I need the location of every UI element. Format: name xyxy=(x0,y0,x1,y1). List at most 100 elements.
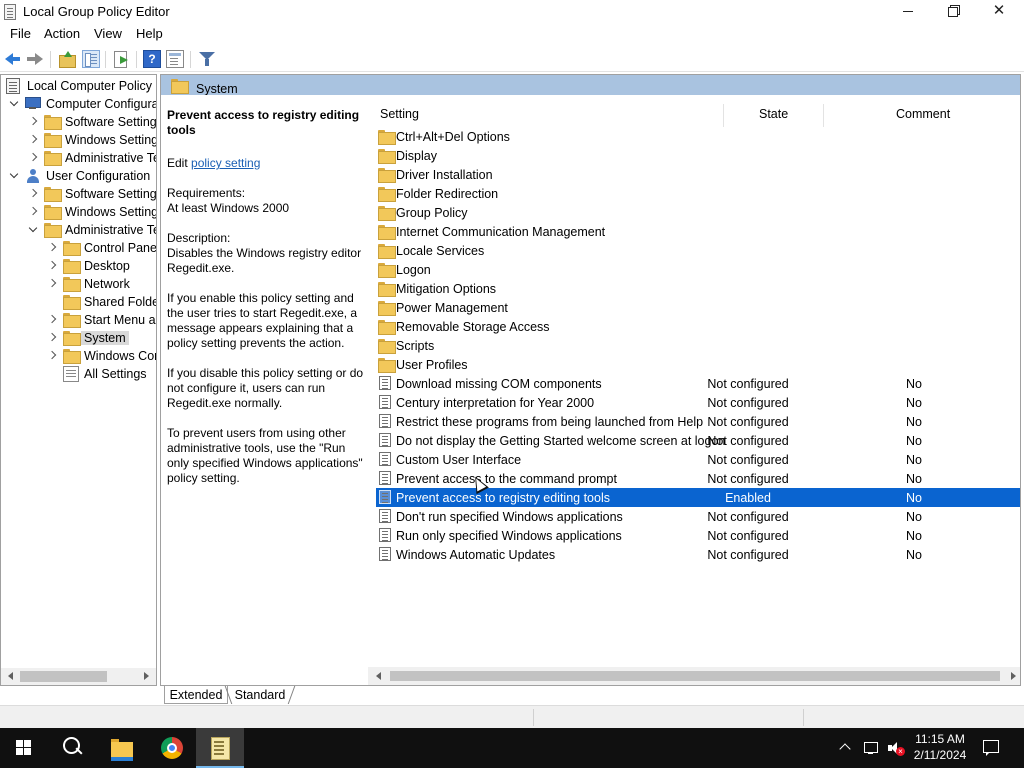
network-icon[interactable] xyxy=(863,740,879,756)
setting-state: Not configured xyxy=(707,377,789,391)
folder-icon xyxy=(378,282,396,297)
show-hidden-icons-chevron-icon[interactable] xyxy=(838,740,854,756)
column-header-setting[interactable]: Setting xyxy=(380,107,419,121)
folder-icon xyxy=(63,349,81,364)
list-item-folder[interactable]: User Profiles xyxy=(376,355,1020,374)
list-item-setting-selected[interactable]: Prevent access to registry editing tools… xyxy=(376,488,1020,507)
clock[interactable]: 11:15 AM 2/11/2024 xyxy=(908,731,972,763)
expand-chevron-icon[interactable] xyxy=(47,243,56,252)
menu-file[interactable]: File xyxy=(10,26,31,41)
user-icon xyxy=(25,169,41,183)
expand-chevron-icon[interactable] xyxy=(28,135,37,144)
search-icon[interactable] xyxy=(48,728,96,768)
list-item-setting[interactable]: Century interpretation for Year 2000 Not … xyxy=(376,393,1020,412)
properties-icon[interactable] xyxy=(166,50,184,68)
list-item-folder[interactable]: Ctrl+Alt+Del Options xyxy=(376,127,1020,146)
folder-icon xyxy=(378,320,396,335)
list-item-folder[interactable]: Mitigation Options xyxy=(376,279,1020,298)
status-separator xyxy=(803,709,804,726)
gpedit-icon xyxy=(4,4,16,20)
tab-extended[interactable]: Extended xyxy=(164,686,228,704)
list-item-folder[interactable]: Locale Services xyxy=(376,241,1020,260)
scroll-right-icon[interactable] xyxy=(1011,672,1016,680)
expand-chevron-icon[interactable] xyxy=(47,261,56,270)
expand-chevron-icon[interactable] xyxy=(28,225,37,234)
scroll-thumb[interactable] xyxy=(390,671,1000,681)
column-header-comment[interactable]: Comment xyxy=(896,107,950,121)
list-item-setting[interactable]: Run only specified Windows applications N… xyxy=(376,526,1020,545)
expand-chevron-icon[interactable] xyxy=(47,279,56,288)
expand-chevron-icon[interactable] xyxy=(47,315,56,324)
expand-chevron-icon[interactable] xyxy=(28,153,37,162)
clock-date: 2/11/2024 xyxy=(913,748,967,762)
close-button[interactable]: ✕ xyxy=(976,0,1022,22)
list-item-folder[interactable]: Removable Storage Access xyxy=(376,317,1020,336)
list-item-setting[interactable]: Don't run specified Windows applications… xyxy=(376,507,1020,526)
show-hide-tree-icon[interactable] xyxy=(82,50,100,68)
computer-icon xyxy=(25,97,41,110)
folder-icon xyxy=(63,313,81,328)
list-item-setting[interactable]: Restrict these programs from being launc… xyxy=(376,412,1020,431)
folder-icon xyxy=(378,130,396,145)
view-tabs: Extended Standard xyxy=(160,686,1021,704)
policy-setting-icon xyxy=(379,490,391,504)
scroll-thumb[interactable] xyxy=(20,671,107,682)
setting-comment: No xyxy=(906,491,922,505)
expand-chevron-icon[interactable] xyxy=(9,99,18,108)
folder-icon xyxy=(63,331,81,346)
back-arrow-icon[interactable] xyxy=(4,50,22,68)
list-item-folder[interactable]: Power Management xyxy=(376,298,1020,317)
folder-header: System xyxy=(161,75,1020,96)
help-icon[interactable]: ? xyxy=(143,50,161,68)
expand-chevron-icon[interactable] xyxy=(47,351,56,360)
list-item-setting[interactable]: Download missing COM components Not confi… xyxy=(376,374,1020,393)
folder-icon xyxy=(44,223,62,238)
menu-view[interactable]: View xyxy=(94,26,122,41)
tree-horizontal-scrollbar[interactable] xyxy=(1,668,156,685)
list-item-folder[interactable]: Display xyxy=(376,146,1020,165)
expand-chevron-icon[interactable] xyxy=(28,207,37,216)
tab-standard[interactable]: Standard xyxy=(230,686,290,704)
policy-setting-link[interactable]: policy setting xyxy=(191,156,260,170)
chrome-icon[interactable] xyxy=(148,728,196,768)
column-separator[interactable] xyxy=(723,104,724,127)
expand-chevron-icon[interactable] xyxy=(9,171,18,180)
scroll-right-icon[interactable] xyxy=(144,672,149,680)
scroll-left-icon[interactable] xyxy=(376,672,381,680)
edit-policy-line: Edit policy setting xyxy=(167,156,367,171)
list-item-folder[interactable]: Logon xyxy=(376,260,1020,279)
minimize-button[interactable] xyxy=(885,0,931,22)
list-horizontal-scrollbar[interactable] xyxy=(368,667,1020,685)
scroll-left-icon[interactable] xyxy=(8,672,13,680)
list-item-setting[interactable]: Custom User Interface Not configured No xyxy=(376,450,1020,469)
list-item-setting[interactable]: Do not display the Getting Started welco… xyxy=(376,431,1020,450)
all-settings-icon xyxy=(63,366,79,382)
menu-action[interactable]: Action xyxy=(44,26,80,41)
menu-help[interactable]: Help xyxy=(136,26,163,41)
list-item-folder[interactable]: Internet Communication Management xyxy=(376,222,1020,241)
up-folder-icon[interactable] xyxy=(58,50,76,68)
column-header-state[interactable]: State xyxy=(759,107,788,121)
setting-comment: No xyxy=(906,453,922,467)
column-separator[interactable] xyxy=(823,104,824,127)
export-list-icon[interactable] xyxy=(112,50,130,68)
expand-chevron-icon[interactable] xyxy=(47,333,56,342)
maximize-button[interactable] xyxy=(930,0,976,22)
list-item-folder[interactable]: Scripts xyxy=(376,336,1020,355)
setting-comment: No xyxy=(906,377,922,391)
requirements-value: At least Windows 2000 xyxy=(167,201,290,215)
filter-icon[interactable] xyxy=(198,50,216,68)
start-icon[interactable] xyxy=(0,728,48,768)
forward-arrow-icon[interactable] xyxy=(26,50,44,68)
expand-chevron-icon[interactable] xyxy=(28,189,37,198)
expand-chevron-icon[interactable] xyxy=(28,117,37,126)
list-item-setting[interactable]: Windows Automatic Updates Not configured N… xyxy=(376,545,1020,564)
taskbar: × 11:15 AM 2/11/2024 xyxy=(0,728,1024,768)
list-item-folder[interactable]: Folder Redirection xyxy=(376,184,1020,203)
list-item-folder[interactable]: Driver Installation xyxy=(376,165,1020,184)
gpedit-taskbar-icon[interactable] xyxy=(196,728,244,768)
notifications-icon[interactable] xyxy=(983,740,999,756)
file-explorer-icon[interactable] xyxy=(98,728,146,768)
setting-comment: No xyxy=(906,472,922,486)
list-item-folder[interactable]: Group Policy xyxy=(376,203,1020,222)
